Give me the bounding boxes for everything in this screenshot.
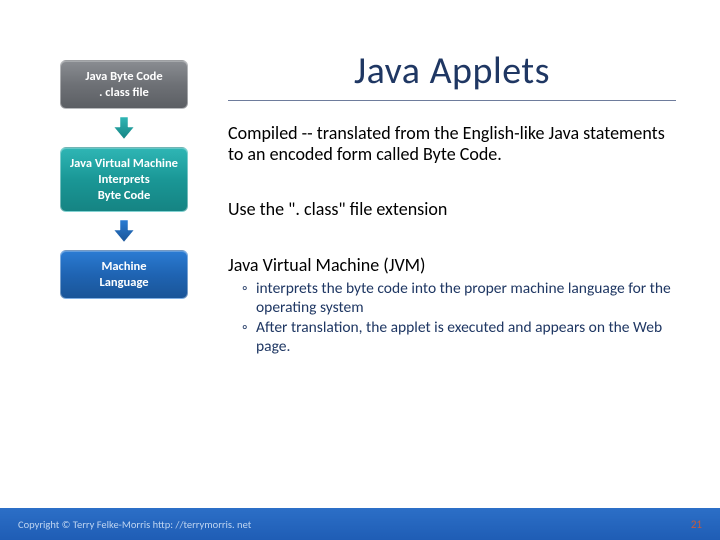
slide: Java Byte Code . class file Java Virtual… [0,0,720,540]
title-underline [228,100,676,101]
list-item: interprets the byte code into the proper… [242,280,676,317]
flow-box-line: Java Virtual Machine [67,156,181,172]
flow-diagram: Java Byte Code . class file Java Virtual… [0,0,200,508]
page-number: 21 [691,518,702,531]
flow-box-line: Interprets [67,172,181,188]
paragraph-compiled: Compiled -- translated from the English-… [228,123,676,165]
paragraph-jvm-heading: Java Virtual Machine (JVM) [228,255,676,276]
flow-box-line: Machine [67,259,181,275]
footer-bar: Copyright © Terry Felke-Morris http: //t… [0,508,720,540]
footer-copyright: Copyright © Terry Felke-Morris http: //t… [18,518,251,531]
jvm-sub-list: interprets the byte code into the proper… [242,280,676,356]
list-item: After translation, the applet is execute… [242,319,676,356]
paragraph-classext: Use the ". class" file extension [228,199,676,220]
arrow-down-icon [111,115,137,141]
arrow-down-icon [111,218,137,244]
paragraph-jvm-block: Java Virtual Machine (JVM) interprets th… [228,255,676,357]
main-area: Java Byte Code . class file Java Virtual… [0,0,720,508]
content-column: Java Applets Compiled -- translated from… [200,0,720,508]
flow-box-jvm: Java Virtual Machine Interprets Byte Cod… [60,147,188,212]
flow-box-line: Byte Code [67,188,181,204]
flow-box-machine: Machine Language [60,250,188,299]
flow-box-line: Language [67,275,181,291]
page-title: Java Applets [228,48,676,94]
flow-box-line: Java Byte Code [67,69,181,85]
flow-box-bytecode: Java Byte Code . class file [60,60,188,109]
flow-box-line: . class file [67,85,181,101]
